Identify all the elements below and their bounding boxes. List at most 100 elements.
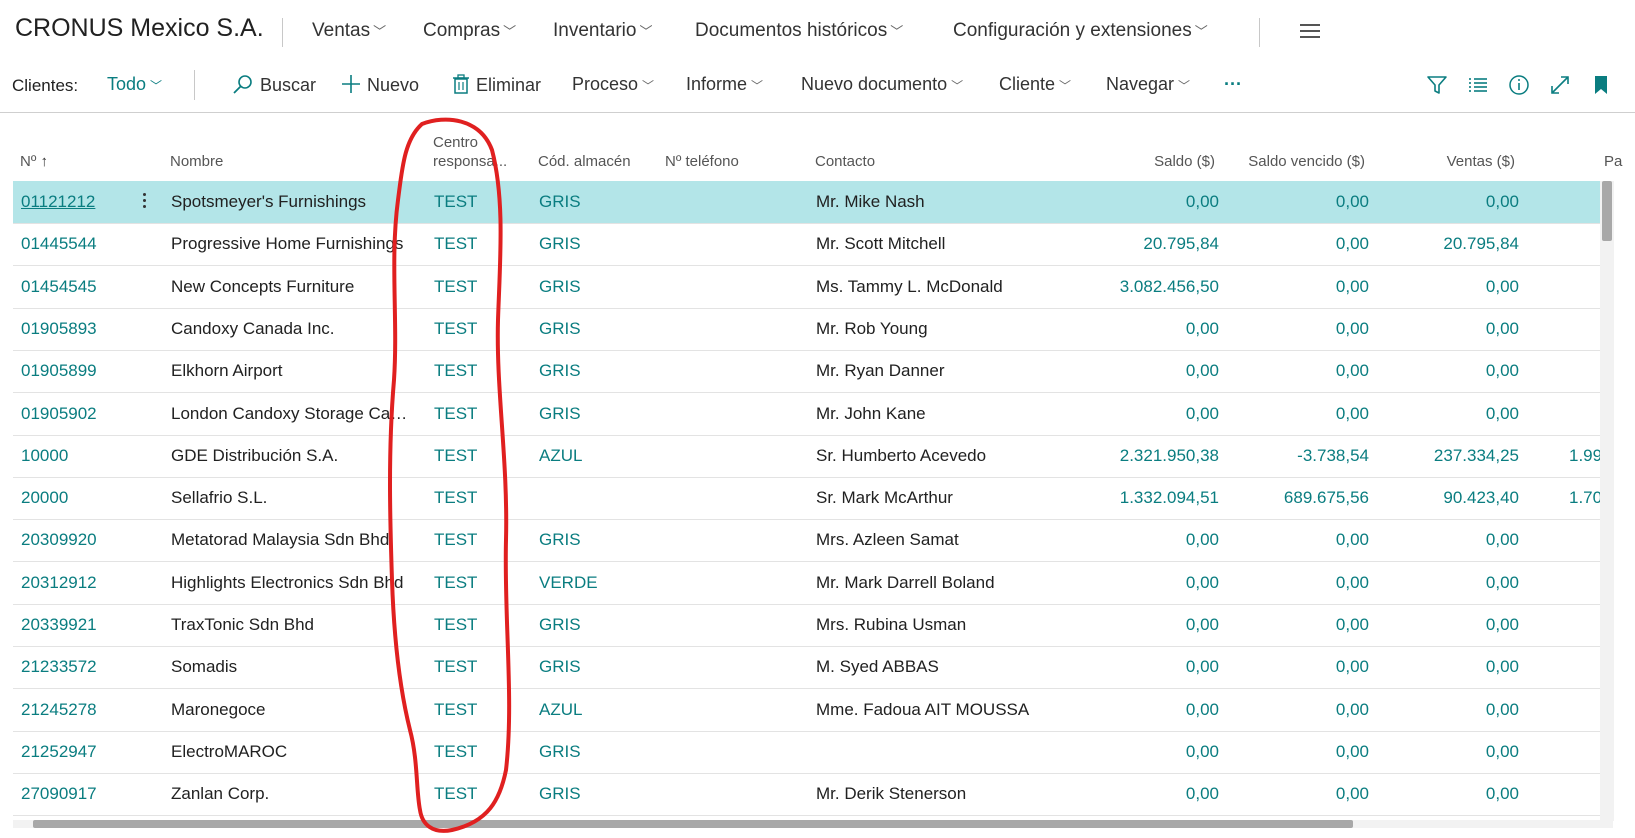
- cell-balance[interactable]: 0,00: [1043, 615, 1219, 635]
- cell-responsibility-center[interactable]: TEST: [434, 615, 504, 635]
- cell-customer-number[interactable]: 20000: [21, 488, 151, 508]
- cell-location-code[interactable]: GRIS: [539, 319, 629, 339]
- cell-responsibility-center[interactable]: TEST: [434, 488, 504, 508]
- new-button[interactable]: Nuevo: [341, 74, 419, 96]
- cell-customer-number[interactable]: 21245278: [21, 700, 151, 720]
- cell-sales[interactable]: 90.423,40: [1369, 488, 1519, 508]
- table-row[interactable]: 10000 GDE Distribución S.A. TEST AZUL Sr. Hu…: [13, 435, 1603, 478]
- cell-location-code[interactable]: AZUL: [539, 446, 629, 466]
- column-header-centro[interactable]: Centro responsa...: [433, 133, 507, 171]
- row-actions-menu-icon[interactable]: [139, 190, 149, 212]
- info-icon[interactable]: [1508, 74, 1530, 96]
- cell-balance-due[interactable]: 0,00: [1219, 784, 1369, 804]
- cell-balance[interactable]: 0,00: [1043, 573, 1219, 593]
- cell-location-code[interactable]: GRIS: [539, 615, 629, 635]
- bookmark-icon[interactable]: [1590, 74, 1612, 96]
- cell-responsibility-center[interactable]: TEST: [434, 234, 504, 254]
- cell-responsibility-center[interactable]: TEST: [434, 446, 504, 466]
- cell-sales[interactable]: 0,00: [1369, 573, 1519, 593]
- cell-balance[interactable]: 3.082.456,50: [1043, 277, 1219, 297]
- cell-sales[interactable]: 0,00: [1369, 530, 1519, 550]
- table-row[interactable]: 27090917 Zanlan Corp. TEST GRIS Mr. Derik St…: [13, 773, 1603, 816]
- table-row[interactable]: 01121212 Spotsmeyer's Furnishings TEST GRIS…: [13, 181, 1603, 224]
- table-row[interactable]: 20312912 Highlights Electronics Sdn Bhd TE…: [13, 562, 1603, 605]
- cell-balance-due[interactable]: 0,00: [1219, 404, 1369, 424]
- table-row[interactable]: 01905899 Elkhorn Airport TEST GRIS Mr. Ryan …: [13, 350, 1603, 393]
- nav-documentos-historicos[interactable]: Documentos históricos ﹀: [695, 20, 903, 42]
- cell-balance-due[interactable]: 0,00: [1219, 742, 1369, 762]
- filter-icon[interactable]: [1426, 74, 1448, 96]
- cell-customer-number[interactable]: 21233572: [21, 657, 151, 677]
- cell-customer-number[interactable]: 01445544: [21, 234, 151, 254]
- navegar-menu[interactable]: Navegar ﹀: [1106, 74, 1190, 95]
- cell-sales[interactable]: 0,00: [1369, 361, 1519, 381]
- cell-responsibility-center[interactable]: TEST: [434, 573, 504, 593]
- cell-balance-due[interactable]: 0,00: [1219, 277, 1369, 297]
- cell-responsibility-center[interactable]: TEST: [434, 192, 504, 212]
- cell-location-code[interactable]: GRIS: [539, 361, 629, 381]
- proceso-menu[interactable]: Proceso ﹀: [572, 74, 654, 95]
- cell-location-code[interactable]: GRIS: [539, 784, 629, 804]
- cell-responsibility-center[interactable]: TEST: [434, 361, 504, 381]
- cell-location-code[interactable]: GRIS: [539, 234, 629, 254]
- cell-location-code[interactable]: GRIS: [539, 530, 629, 550]
- table-row[interactable]: 20339921 TraxTonic Sdn Bhd TEST GRIS Mrs. Ru…: [13, 604, 1603, 647]
- expand-icon[interactable]: [1549, 74, 1571, 96]
- hamburger-menu-icon[interactable]: [1300, 24, 1320, 40]
- cell-responsibility-center[interactable]: TEST: [434, 700, 504, 720]
- cell-customer-number[interactable]: 20339921: [21, 615, 151, 635]
- cell-balance-due[interactable]: 0,00: [1219, 192, 1369, 212]
- cell-responsibility-center[interactable]: TEST: [434, 742, 504, 762]
- cell-balance-due[interactable]: 0,00: [1219, 700, 1369, 720]
- column-header-no[interactable]: Nº ↑: [20, 153, 48, 170]
- horizontal-scroll-thumb[interactable]: [33, 820, 1353, 828]
- nav-compras[interactable]: Compras ﹀: [423, 20, 516, 42]
- table-row[interactable]: 20000 Sellafrio S.L. TEST Sr. Mark McArthur…: [13, 477, 1603, 520]
- nav-inventario[interactable]: Inventario ﹀: [553, 20, 652, 42]
- cell-balance[interactable]: 1.332.094,51: [1043, 488, 1219, 508]
- cell-balance-due[interactable]: 689.675,56: [1219, 488, 1369, 508]
- cell-customer-number[interactable]: 10000: [21, 446, 151, 466]
- cell-customer-number[interactable]: 21252947: [21, 742, 151, 762]
- cell-customer-number[interactable]: 01905899: [21, 361, 151, 381]
- cell-responsibility-center[interactable]: TEST: [434, 404, 504, 424]
- cell-balance-due[interactable]: 0,00: [1219, 319, 1369, 339]
- cell-customer-number[interactable]: 01121212: [21, 192, 151, 212]
- cell-balance[interactable]: 0,00: [1043, 404, 1219, 424]
- cell-sales[interactable]: 0,00: [1369, 277, 1519, 297]
- table-row[interactable]: 01454545 New Concepts Furniture TEST GRIS Ms…: [13, 266, 1603, 309]
- cell-balance[interactable]: 0,00: [1043, 192, 1219, 212]
- cell-balance[interactable]: 0,00: [1043, 700, 1219, 720]
- cell-location-code[interactable]: GRIS: [539, 192, 629, 212]
- cell-location-code[interactable]: GRIS: [539, 742, 629, 762]
- cell-responsibility-center[interactable]: TEST: [434, 277, 504, 297]
- cell-balance-due[interactable]: -3.738,54: [1219, 446, 1369, 466]
- horizontal-scrollbar[interactable]: [13, 820, 1613, 828]
- cell-customer-number[interactable]: 20309920: [21, 530, 151, 550]
- cell-balance[interactable]: 20.795,84: [1043, 234, 1219, 254]
- search-button[interactable]: Buscar: [232, 74, 316, 96]
- app-title[interactable]: CRONUS Mexico S.A.: [15, 14, 264, 43]
- cell-sales[interactable]: 0,00: [1369, 615, 1519, 635]
- column-header-nombre[interactable]: Nombre: [170, 153, 223, 170]
- delete-button[interactable]: Eliminar: [452, 74, 541, 96]
- cell-sales[interactable]: 237.334,25: [1369, 446, 1519, 466]
- table-row[interactable]: 20309920 Metatorad Malaysia Sdn Bhd TEST GR…: [13, 519, 1603, 562]
- cell-sales[interactable]: 0,00: [1369, 784, 1519, 804]
- cell-location-code[interactable]: AZUL: [539, 700, 629, 720]
- cell-sales[interactable]: 0,00: [1369, 742, 1519, 762]
- cell-responsibility-center[interactable]: TEST: [434, 784, 504, 804]
- cell-balance[interactable]: 0,00: [1043, 530, 1219, 550]
- cell-customer-number[interactable]: 01454545: [21, 277, 151, 297]
- cell-sales[interactable]: 0,00: [1369, 319, 1519, 339]
- more-options-icon[interactable]: ···: [1224, 74, 1242, 95]
- cell-customer-number[interactable]: 01905902: [21, 404, 151, 424]
- cell-balance[interactable]: 2.321.950,38: [1043, 446, 1219, 466]
- nav-configuracion-extensiones[interactable]: Configuración y extensiones ﹀: [953, 20, 1208, 42]
- column-header-saldo[interactable]: Saldo ($): [1043, 153, 1215, 170]
- cell-balance[interactable]: 0,00: [1043, 361, 1219, 381]
- column-header-contacto[interactable]: Contacto: [815, 153, 875, 170]
- cell-location-code[interactable]: GRIS: [539, 404, 629, 424]
- cell-responsibility-center[interactable]: TEST: [434, 319, 504, 339]
- nuevo-documento-menu[interactable]: Nuevo documento ﹀: [801, 74, 963, 95]
